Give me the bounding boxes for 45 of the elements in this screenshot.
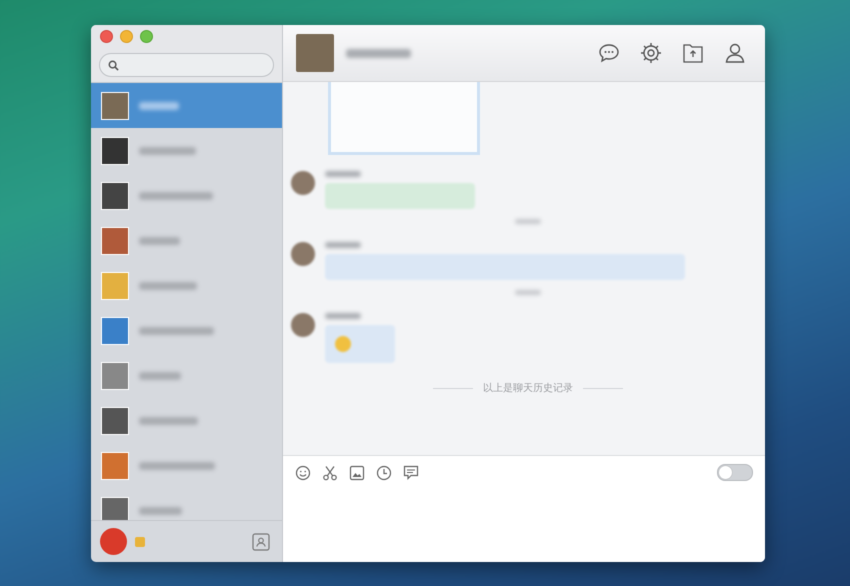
blurred-text xyxy=(515,219,541,224)
blurred-text xyxy=(139,102,179,110)
settings-icon[interactable] xyxy=(639,41,663,65)
blurred-text xyxy=(139,282,197,290)
avatar-placeholder xyxy=(101,226,129,254)
close-button[interactable] xyxy=(100,30,113,43)
avatar-placeholder xyxy=(291,242,315,266)
avatar-placeholder xyxy=(101,496,129,520)
search-field[interactable] xyxy=(99,53,274,77)
search-icon xyxy=(108,60,119,70)
zoom-button[interactable] xyxy=(140,30,153,43)
clock-icon[interactable] xyxy=(376,464,392,480)
emoji-icon xyxy=(335,336,351,352)
scissors-icon[interactable] xyxy=(322,464,338,480)
toggle-switch[interactable] xyxy=(717,464,753,481)
avatar-placeholder xyxy=(296,34,334,72)
blurred-text xyxy=(325,171,361,177)
avatar-placeholder xyxy=(101,406,129,434)
blurred-text xyxy=(139,506,182,514)
blurred-text xyxy=(139,416,198,424)
avatar-placeholder xyxy=(101,136,129,164)
image-icon[interactable] xyxy=(349,464,365,480)
blurred-text xyxy=(346,48,411,58)
avatar-placeholder xyxy=(101,362,129,390)
message-input-area[interactable] xyxy=(283,455,765,562)
avatar-placeholder xyxy=(101,272,129,300)
contacts-icon[interactable] xyxy=(252,532,270,550)
minimize-button[interactable] xyxy=(120,30,133,43)
blurred-text xyxy=(139,372,181,380)
blurred-text xyxy=(325,242,361,248)
avatar-placeholder xyxy=(101,452,129,480)
avatar-placeholder xyxy=(291,171,315,195)
history-divider-label: 以上是聊天历史记录 xyxy=(483,382,573,395)
avatar-placeholder[interactable] xyxy=(100,528,127,555)
person-icon[interactable] xyxy=(723,41,747,65)
avatar-placeholder xyxy=(101,182,129,210)
smiley-icon[interactable] xyxy=(295,464,311,480)
avatar-placeholder xyxy=(101,92,129,120)
blurred-text xyxy=(325,313,361,319)
blurred-text xyxy=(515,290,541,295)
avatar-placeholder xyxy=(101,316,129,344)
avatar-placeholder xyxy=(291,313,315,337)
blurred-text xyxy=(139,146,196,154)
message-history-icon[interactable] xyxy=(403,464,419,480)
blurred-text xyxy=(139,236,180,244)
